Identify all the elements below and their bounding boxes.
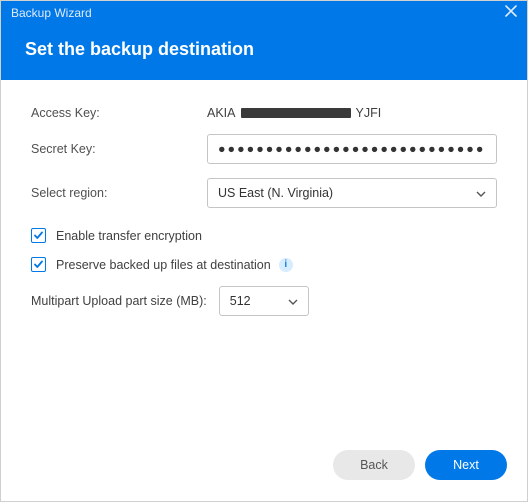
- back-button[interactable]: Back: [333, 450, 415, 480]
- access-key-field-wrap: AKIA YJFI: [207, 106, 497, 120]
- access-key-row: Access Key: AKIA YJFI: [31, 106, 497, 120]
- chevron-down-icon: [476, 186, 486, 200]
- options-group: Enable transfer encryption Preserve back…: [31, 228, 497, 316]
- access-key-suffix: YJFI: [356, 106, 382, 120]
- access-key-prefix: AKIA: [207, 106, 236, 120]
- region-row: Select region: US East (N. Virginia): [31, 178, 497, 208]
- encrypt-checkbox[interactable]: [31, 228, 46, 243]
- footer: Back Next: [1, 445, 527, 501]
- region-value: US East (N. Virginia): [218, 186, 333, 200]
- chevron-down-icon: [288, 294, 298, 308]
- encrypt-option[interactable]: Enable transfer encryption: [31, 228, 497, 243]
- partsize-option: Multipart Upload part size (MB): 512: [31, 286, 497, 316]
- secret-key-field-wrap: [207, 134, 497, 164]
- close-icon[interactable]: [505, 5, 517, 21]
- region-field-wrap: US East (N. Virginia): [207, 178, 497, 208]
- preserve-option[interactable]: Preserve backed up files at destination …: [31, 257, 497, 272]
- info-icon[interactable]: i: [279, 258, 293, 272]
- access-key-mask: [241, 108, 351, 118]
- access-key-label: Access Key:: [31, 106, 207, 120]
- access-key-input[interactable]: AKIA YJFI: [207, 106, 497, 120]
- region-label: Select region:: [31, 186, 207, 200]
- region-select[interactable]: US East (N. Virginia): [207, 178, 497, 208]
- secret-key-label: Secret Key:: [31, 142, 207, 156]
- partsize-label: Multipart Upload part size (MB):: [31, 294, 207, 308]
- page-title: Set the backup destination: [25, 39, 254, 59]
- encrypt-label: Enable transfer encryption: [56, 229, 202, 243]
- partsize-value: 512: [230, 294, 251, 308]
- form-body: Access Key: AKIA YJFI Secret Key: Select…: [1, 80, 527, 445]
- secret-key-row: Secret Key:: [31, 134, 497, 164]
- window-title: Backup Wizard: [11, 6, 92, 20]
- next-button[interactable]: Next: [425, 450, 507, 480]
- secret-key-input[interactable]: [207, 134, 497, 164]
- preserve-label: Preserve backed up files at destination: [56, 258, 271, 272]
- partsize-select[interactable]: 512: [219, 286, 309, 316]
- wizard-header: Set the backup destination: [1, 25, 527, 80]
- wizard-window: Backup Wizard Set the backup destination…: [0, 0, 528, 502]
- preserve-checkbox[interactable]: [31, 257, 46, 272]
- title-bar: Backup Wizard: [1, 1, 527, 25]
